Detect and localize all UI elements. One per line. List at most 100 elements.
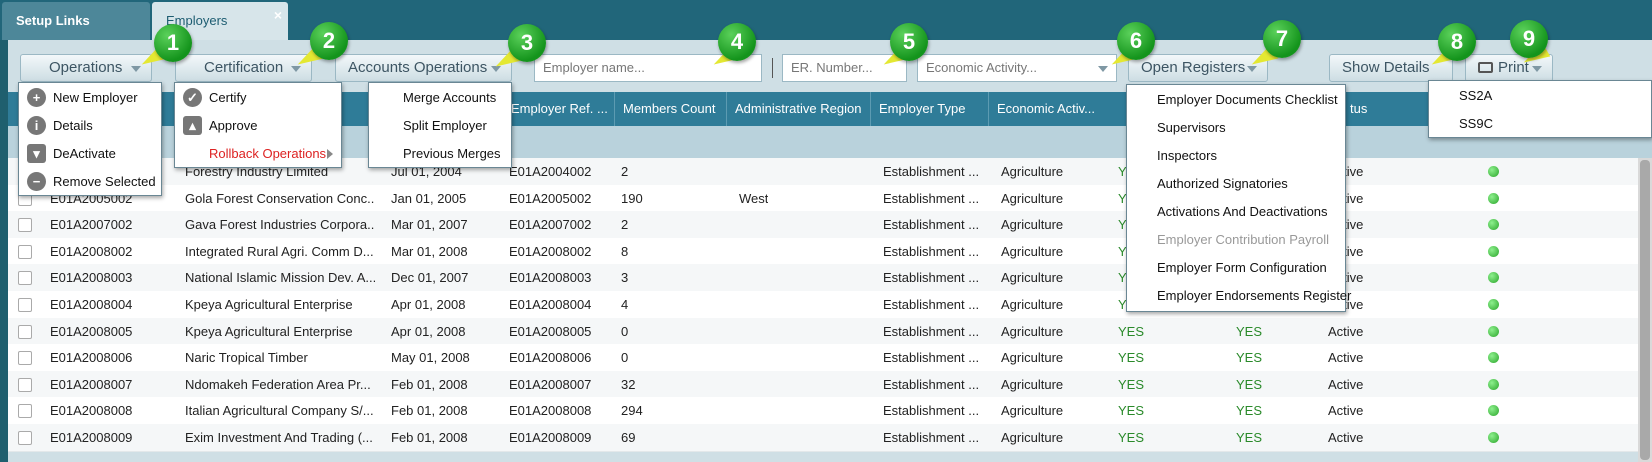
check-icon: ✓ [183, 88, 202, 107]
table-row[interactable]: E01A2005002 Gola Forest Conservation Conc… [8, 184, 1652, 213]
column-employer-type[interactable]: Employer Type [871, 92, 989, 126]
menu-item-approve[interactable]: ▴ Approve [175, 111, 341, 141]
table-row[interactable]: E01A2008002 Integrated Rural Agri. Comm D… [8, 237, 1652, 266]
callout-badge-5: 5 [890, 23, 928, 61]
cell-c1: YES [1118, 376, 1145, 392]
menu-item-certify[interactable]: ✓ Certify [175, 83, 341, 113]
tab-setup-links[interactable]: Setup Links [2, 2, 150, 40]
cell-activity: Agriculture [1001, 350, 1064, 366]
info-icon: i [27, 116, 46, 135]
status-dot-icon [1488, 245, 1499, 257]
row-checkbox[interactable] [18, 298, 32, 312]
callout-badge-3: 3 [508, 24, 546, 62]
cell-members: 294 [621, 403, 643, 419]
column-employer-ref[interactable]: Employer Ref. ... [503, 92, 615, 126]
menu-item-documents-checklist[interactable]: Employer Documents Checklist [1127, 85, 1345, 115]
cell-c2: YES [1236, 376, 1263, 392]
chevron-down-icon [131, 66, 141, 72]
menu-item-label: Certify [209, 90, 247, 105]
open-registers-button[interactable]: Open Registers [1128, 54, 1268, 82]
cell-id: E01A2008003 [50, 270, 133, 286]
toolbar-divider [772, 58, 773, 78]
cell-activity: Agriculture [1001, 430, 1064, 445]
cell-status: Active [1328, 376, 1364, 392]
callout-badge-4: 4 [718, 23, 756, 61]
cell-activity: Agriculture [1001, 190, 1064, 206]
menu-item-label: Previous Merges [403, 146, 501, 161]
row-checkbox[interactable] [18, 377, 32, 392]
cell-activity: Agriculture [1001, 243, 1064, 259]
cell-date: Apr 01, 2008 [391, 297, 466, 312]
table-row[interactable]: E01A2008008 Italian Agricultural Company … [8, 397, 1652, 426]
callout-badge-8: 8 [1438, 23, 1476, 61]
operations-label: Operations [49, 59, 123, 76]
menu-item-authorized-signatories[interactable]: Authorized Signatories [1127, 169, 1345, 199]
row-checkbox[interactable] [18, 271, 32, 286]
cell-region [733, 291, 739, 319]
cell-name: Kpeya Agricultural Enterprise [185, 323, 353, 339]
menu-item-label: SS9C [1459, 116, 1493, 131]
table-row[interactable]: E01A2008005 Kpeya Agricultural Enterprise… [8, 317, 1652, 346]
table-row[interactable]: E01A2008003 National Islamic Mission Dev.… [8, 264, 1652, 293]
cell-ref: E01A2005002 [509, 190, 592, 206]
print-menu: SS2A SS9C [1428, 80, 1652, 138]
row-checkbox[interactable] [18, 404, 32, 419]
cell-c2: YES [1236, 323, 1263, 339]
table-row[interactable]: E01A2008006 Naric Tropical Timber May 01, … [8, 344, 1652, 373]
cell-activity: Agriculture [1001, 403, 1064, 419]
cell-date: Feb 01, 2008 [391, 376, 468, 392]
economic-activity-placeholder: Economic Activity... [926, 60, 1038, 75]
cell-region [733, 238, 739, 266]
menu-item-remove-selected[interactable]: − Remove Selected [19, 167, 161, 197]
minus-icon: − [27, 172, 46, 191]
status-dot-icon [1488, 192, 1499, 204]
cell-ref: E01A2008004 [509, 297, 592, 312]
certification-button[interactable]: Certification [175, 54, 312, 82]
table-row[interactable]: E01A2008004 Kpeya Agricultural Enterprise… [8, 291, 1652, 319]
close-icon[interactable]: × [274, 0, 282, 34]
menu-item-merge-accounts[interactable]: Merge Accounts [369, 83, 511, 113]
menu-item-ss2a[interactable]: SS2A [1429, 81, 1651, 111]
status-dot-icon [1488, 166, 1499, 177]
cell-activity: Agriculture [1001, 217, 1064, 233]
menu-item-label: Details [53, 118, 93, 133]
table-row[interactable]: E01A2008007 Ndomakeh Federation Area Pr..… [8, 370, 1652, 399]
menu-item-label: Merge Accounts [403, 90, 497, 105]
table-row[interactable]: E01A2007002 Gava Forest Industries Corpor… [8, 211, 1652, 240]
column-economic-activity[interactable]: Economic Activ... [989, 92, 1129, 126]
row-checkbox[interactable] [18, 244, 32, 259]
column-members-count[interactable]: Members Count [615, 92, 727, 126]
menu-item-new-employer[interactable]: + New Employer [19, 83, 161, 113]
cell-date: Mar 01, 2008 [391, 243, 468, 259]
menu-item-deactivate[interactable]: ▾ DeActivate [19, 139, 161, 169]
scrollbar-thumb[interactable] [1640, 160, 1650, 460]
cell-members: 4 [621, 297, 629, 312]
printer-icon [1478, 62, 1493, 73]
cell-ref: E01A2008009 [509, 430, 592, 445]
operations-button[interactable]: Operations [20, 54, 152, 82]
cell-id: E01A2008004 [50, 297, 133, 312]
menu-item-endorsements-register[interactable]: Employer Endorsements Register [1127, 281, 1351, 311]
cell-id: E01A2007002 [50, 217, 133, 233]
accounts-operations-button[interactable]: Accounts Operations [335, 54, 512, 82]
menu-item-label: Rollback Operations [209, 146, 327, 161]
cell-name: Gava Forest Industries Corpora... [185, 217, 375, 233]
menu-item-previous-merges[interactable]: Previous Merges [369, 139, 511, 169]
row-checkbox[interactable] [18, 324, 32, 339]
row-checkbox[interactable] [18, 218, 32, 233]
column-admin-region[interactable]: Administrative Region [727, 92, 871, 126]
menu-item-ss9c[interactable]: SS9C [1429, 109, 1651, 139]
table-row[interactable]: E01A2008009 Exim Investment And Trading (… [8, 424, 1652, 452]
menu-item-form-configuration[interactable]: Employer Form Configuration [1127, 253, 1345, 283]
cell-region [733, 264, 739, 292]
row-checkbox[interactable] [18, 351, 32, 366]
economic-activity-select[interactable]: Economic Activity... [917, 54, 1117, 82]
menu-item-details[interactable]: i Details [19, 111, 161, 141]
column-status[interactable]: tus [1342, 92, 1442, 126]
menu-item-inspectors[interactable]: Inspectors [1127, 141, 1345, 171]
menu-item-split-employer[interactable]: Split Employer [369, 111, 511, 141]
row-checkbox[interactable] [18, 431, 32, 445]
menu-item-rollback-operations[interactable]: Rollback Operations [175, 139, 341, 169]
menu-item-supervisors[interactable]: Supervisors [1127, 113, 1345, 143]
menu-item-activations-deactivations[interactable]: Activations And Deactivations [1127, 197, 1345, 227]
